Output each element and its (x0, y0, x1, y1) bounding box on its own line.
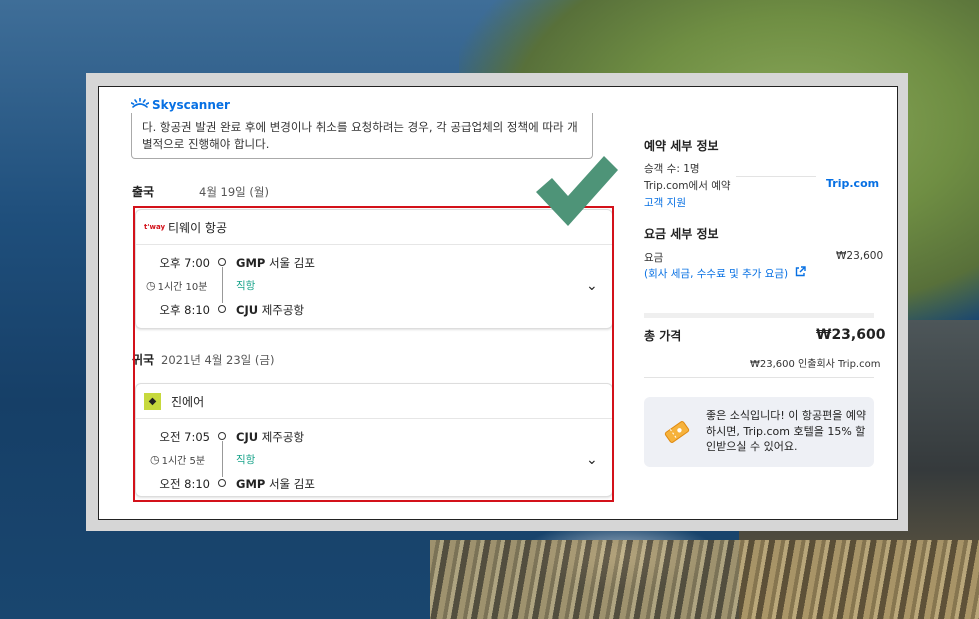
booking-summary-sidebar: 예약 세부 정보 승객 수: 1명 Trip.com에서 예약 Trip.com… (644, 87, 894, 519)
background-grass (430, 540, 979, 619)
provider-name[interactable]: Trip.com (826, 177, 879, 190)
fare-details-title: 요금 세부 정보 (644, 227, 719, 241)
logo-text: Skyscanner (152, 97, 230, 112)
booking-details-title: 예약 세부 정보 (644, 139, 719, 153)
divider (736, 176, 816, 177)
booking-panel: Skyscanner 다. 항공권 발권 완료 후에 변경이나 취소를 요청하려… (98, 86, 898, 520)
hotel-discount-promo: 좋은 소식입니다! 이 항공편을 예약하시면, Trip.com 호텔을 15%… (644, 397, 874, 467)
total-price-note: ₩23,600 인출회사 Trip.com (750, 359, 881, 370)
policy-notice: 다. 항공권 발권 완료 후에 변경이나 취소를 요청하려는 경우, 각 공급업… (131, 113, 593, 159)
fare-value: ₩23,600 (836, 250, 884, 262)
skyscanner-logo[interactable]: Skyscanner (130, 97, 230, 112)
fare-label: 요금 (644, 252, 664, 264)
divider (644, 377, 874, 378)
checkmark-icon (536, 156, 618, 226)
sunrise-icon (130, 97, 150, 112)
passenger-count: 승객 수: 1명 (644, 163, 700, 175)
outbound-label: 출국 (132, 185, 155, 199)
section-divider (644, 313, 874, 318)
promo-text: 좋은 소식입니다! 이 항공편을 예약하시면, Trip.com 호텔을 15%… (706, 409, 867, 453)
fees-link[interactable]: (회사 세금, 수수료 및 추가 요금) (644, 266, 807, 281)
notice-text: 다. 항공권 발권 완료 후에 변경이나 취소를 요청하려는 경우, 각 공급업… (142, 120, 578, 151)
outbound-date: 4월 19일 (월) (199, 185, 269, 199)
external-link-icon (795, 266, 807, 280)
booked-via-text: Trip.com에서 예약 (644, 180, 731, 192)
ticket-icon (662, 417, 692, 451)
highlight-box (133, 206, 614, 502)
total-price-value: ₩23,600 (816, 327, 886, 343)
customer-support-link[interactable]: 고객 지원 (644, 195, 686, 210)
total-price-label: 총 가격 (644, 329, 682, 343)
